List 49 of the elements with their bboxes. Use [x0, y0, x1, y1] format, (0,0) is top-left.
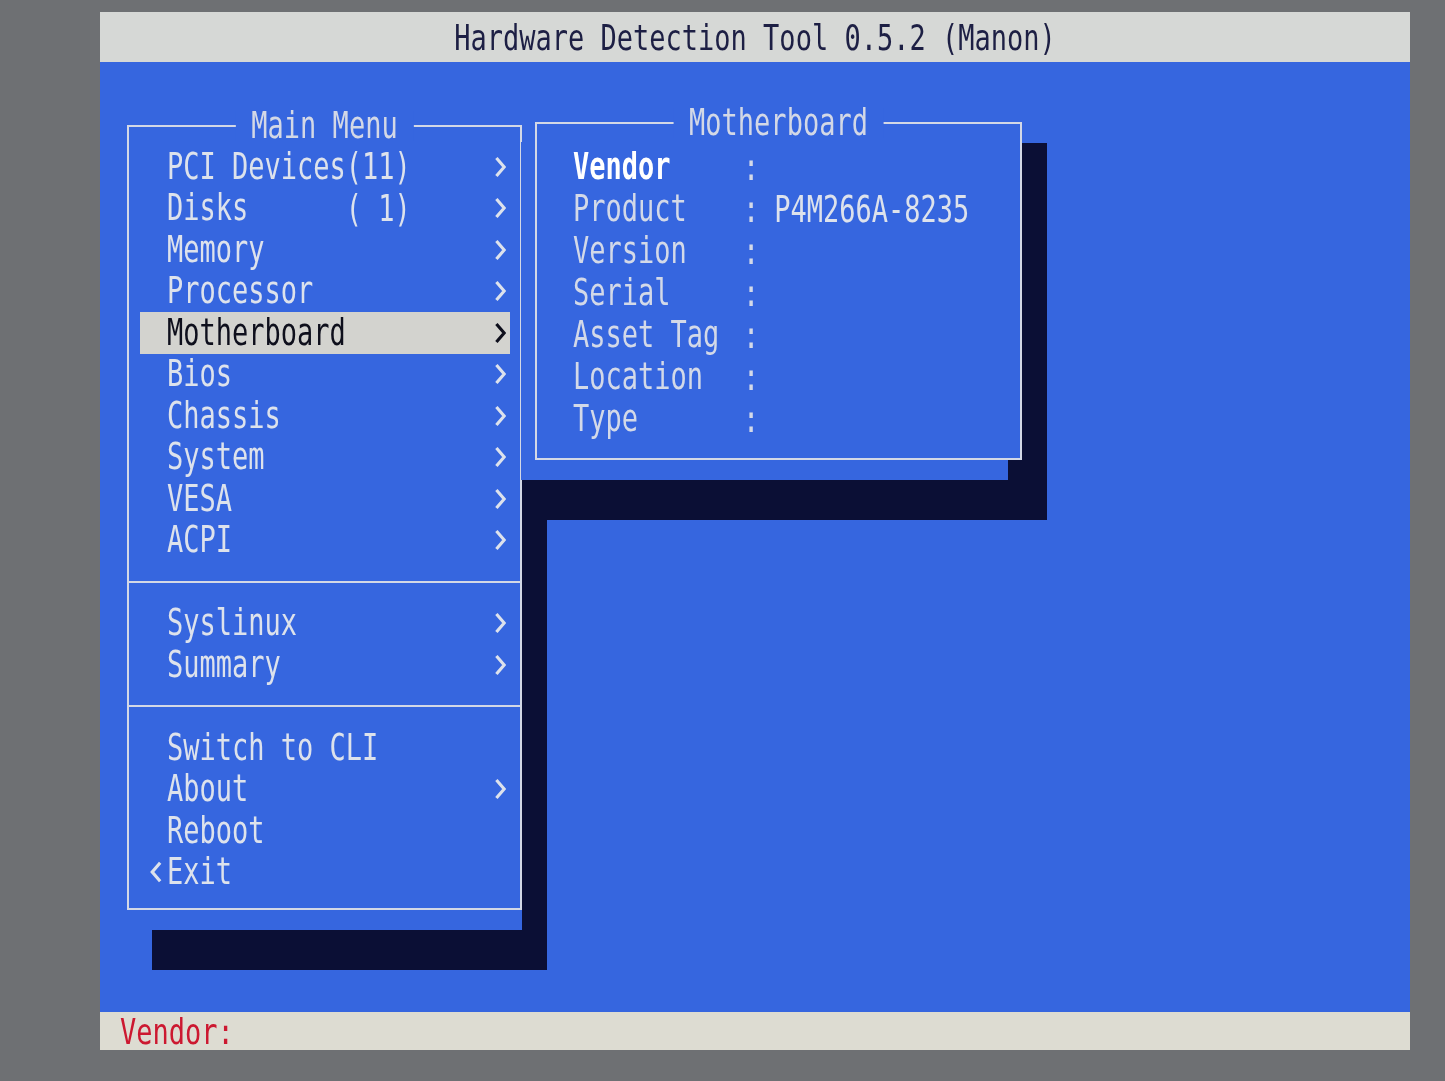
- chevron-right-icon: [494, 197, 506, 220]
- chevron-right-icon: [494, 612, 506, 635]
- field-label: Vendor: [573, 148, 671, 185]
- chevron-right-icon: [494, 529, 506, 552]
- chevron-right-icon: [494, 404, 506, 427]
- window-title: Hardware Detection Tool 0.5.2 (Manon): [454, 19, 1056, 55]
- field-separator: :: [743, 190, 760, 228]
- field-separator: :: [743, 232, 760, 270]
- field-value: P4M266A-8235: [774, 190, 970, 228]
- field-label: Type: [573, 400, 639, 437]
- menu-item[interactable]: System: [140, 436, 510, 478]
- chevron-right-icon: [494, 321, 506, 344]
- menu-item[interactable]: Memory: [140, 229, 510, 271]
- field-label: Location: [573, 358, 704, 395]
- menu-item[interactable]: Processor: [140, 270, 510, 312]
- field-label: Version: [573, 232, 687, 269]
- menu-item[interactable]: Bios: [140, 353, 510, 395]
- chevron-right-icon: [494, 280, 506, 303]
- panel-title: Motherboard: [673, 108, 884, 138]
- menu-item[interactable]: Switch to CLI: [140, 727, 510, 769]
- menu-item[interactable]: Chassis: [140, 395, 510, 437]
- menu-item[interactable]: Reboot: [140, 810, 510, 852]
- field-separator: :: [743, 274, 760, 312]
- chevron-right-icon: [494, 653, 506, 676]
- field-separator: :: [743, 316, 760, 354]
- field-separator: :: [743, 148, 760, 186]
- chevron-right-icon: [494, 363, 506, 386]
- chevron-right-icon: [494, 155, 506, 178]
- menu-item[interactable]: Exit: [140, 851, 510, 893]
- field-label: Asset Tag: [573, 316, 720, 353]
- chevron-right-icon: [494, 238, 506, 261]
- field-separator: :: [743, 358, 760, 396]
- menu-item[interactable]: ACPI: [140, 519, 510, 561]
- menu-item[interactable]: PCI Devices(11): [140, 146, 510, 188]
- chevron-right-icon: [494, 487, 506, 510]
- field-separator: :: [743, 400, 760, 438]
- chevron-left-icon: [150, 861, 163, 884]
- menu-item[interactable]: Summary: [140, 644, 510, 686]
- panel-title: Main Menu: [235, 111, 414, 141]
- field-label: Product: [573, 190, 687, 227]
- status-text: Vendor:: [120, 1013, 234, 1049]
- chevron-right-icon: [494, 446, 506, 469]
- menu-item[interactable]: Motherboard: [140, 312, 510, 354]
- menu-item[interactable]: Syslinux: [140, 602, 510, 644]
- chevron-right-icon: [494, 778, 506, 801]
- menu-item[interactable]: About: [140, 768, 510, 810]
- menu-item[interactable]: Disks ( 1): [140, 187, 510, 229]
- field-label: Serial: [573, 274, 671, 311]
- menu-item[interactable]: VESA: [140, 478, 510, 520]
